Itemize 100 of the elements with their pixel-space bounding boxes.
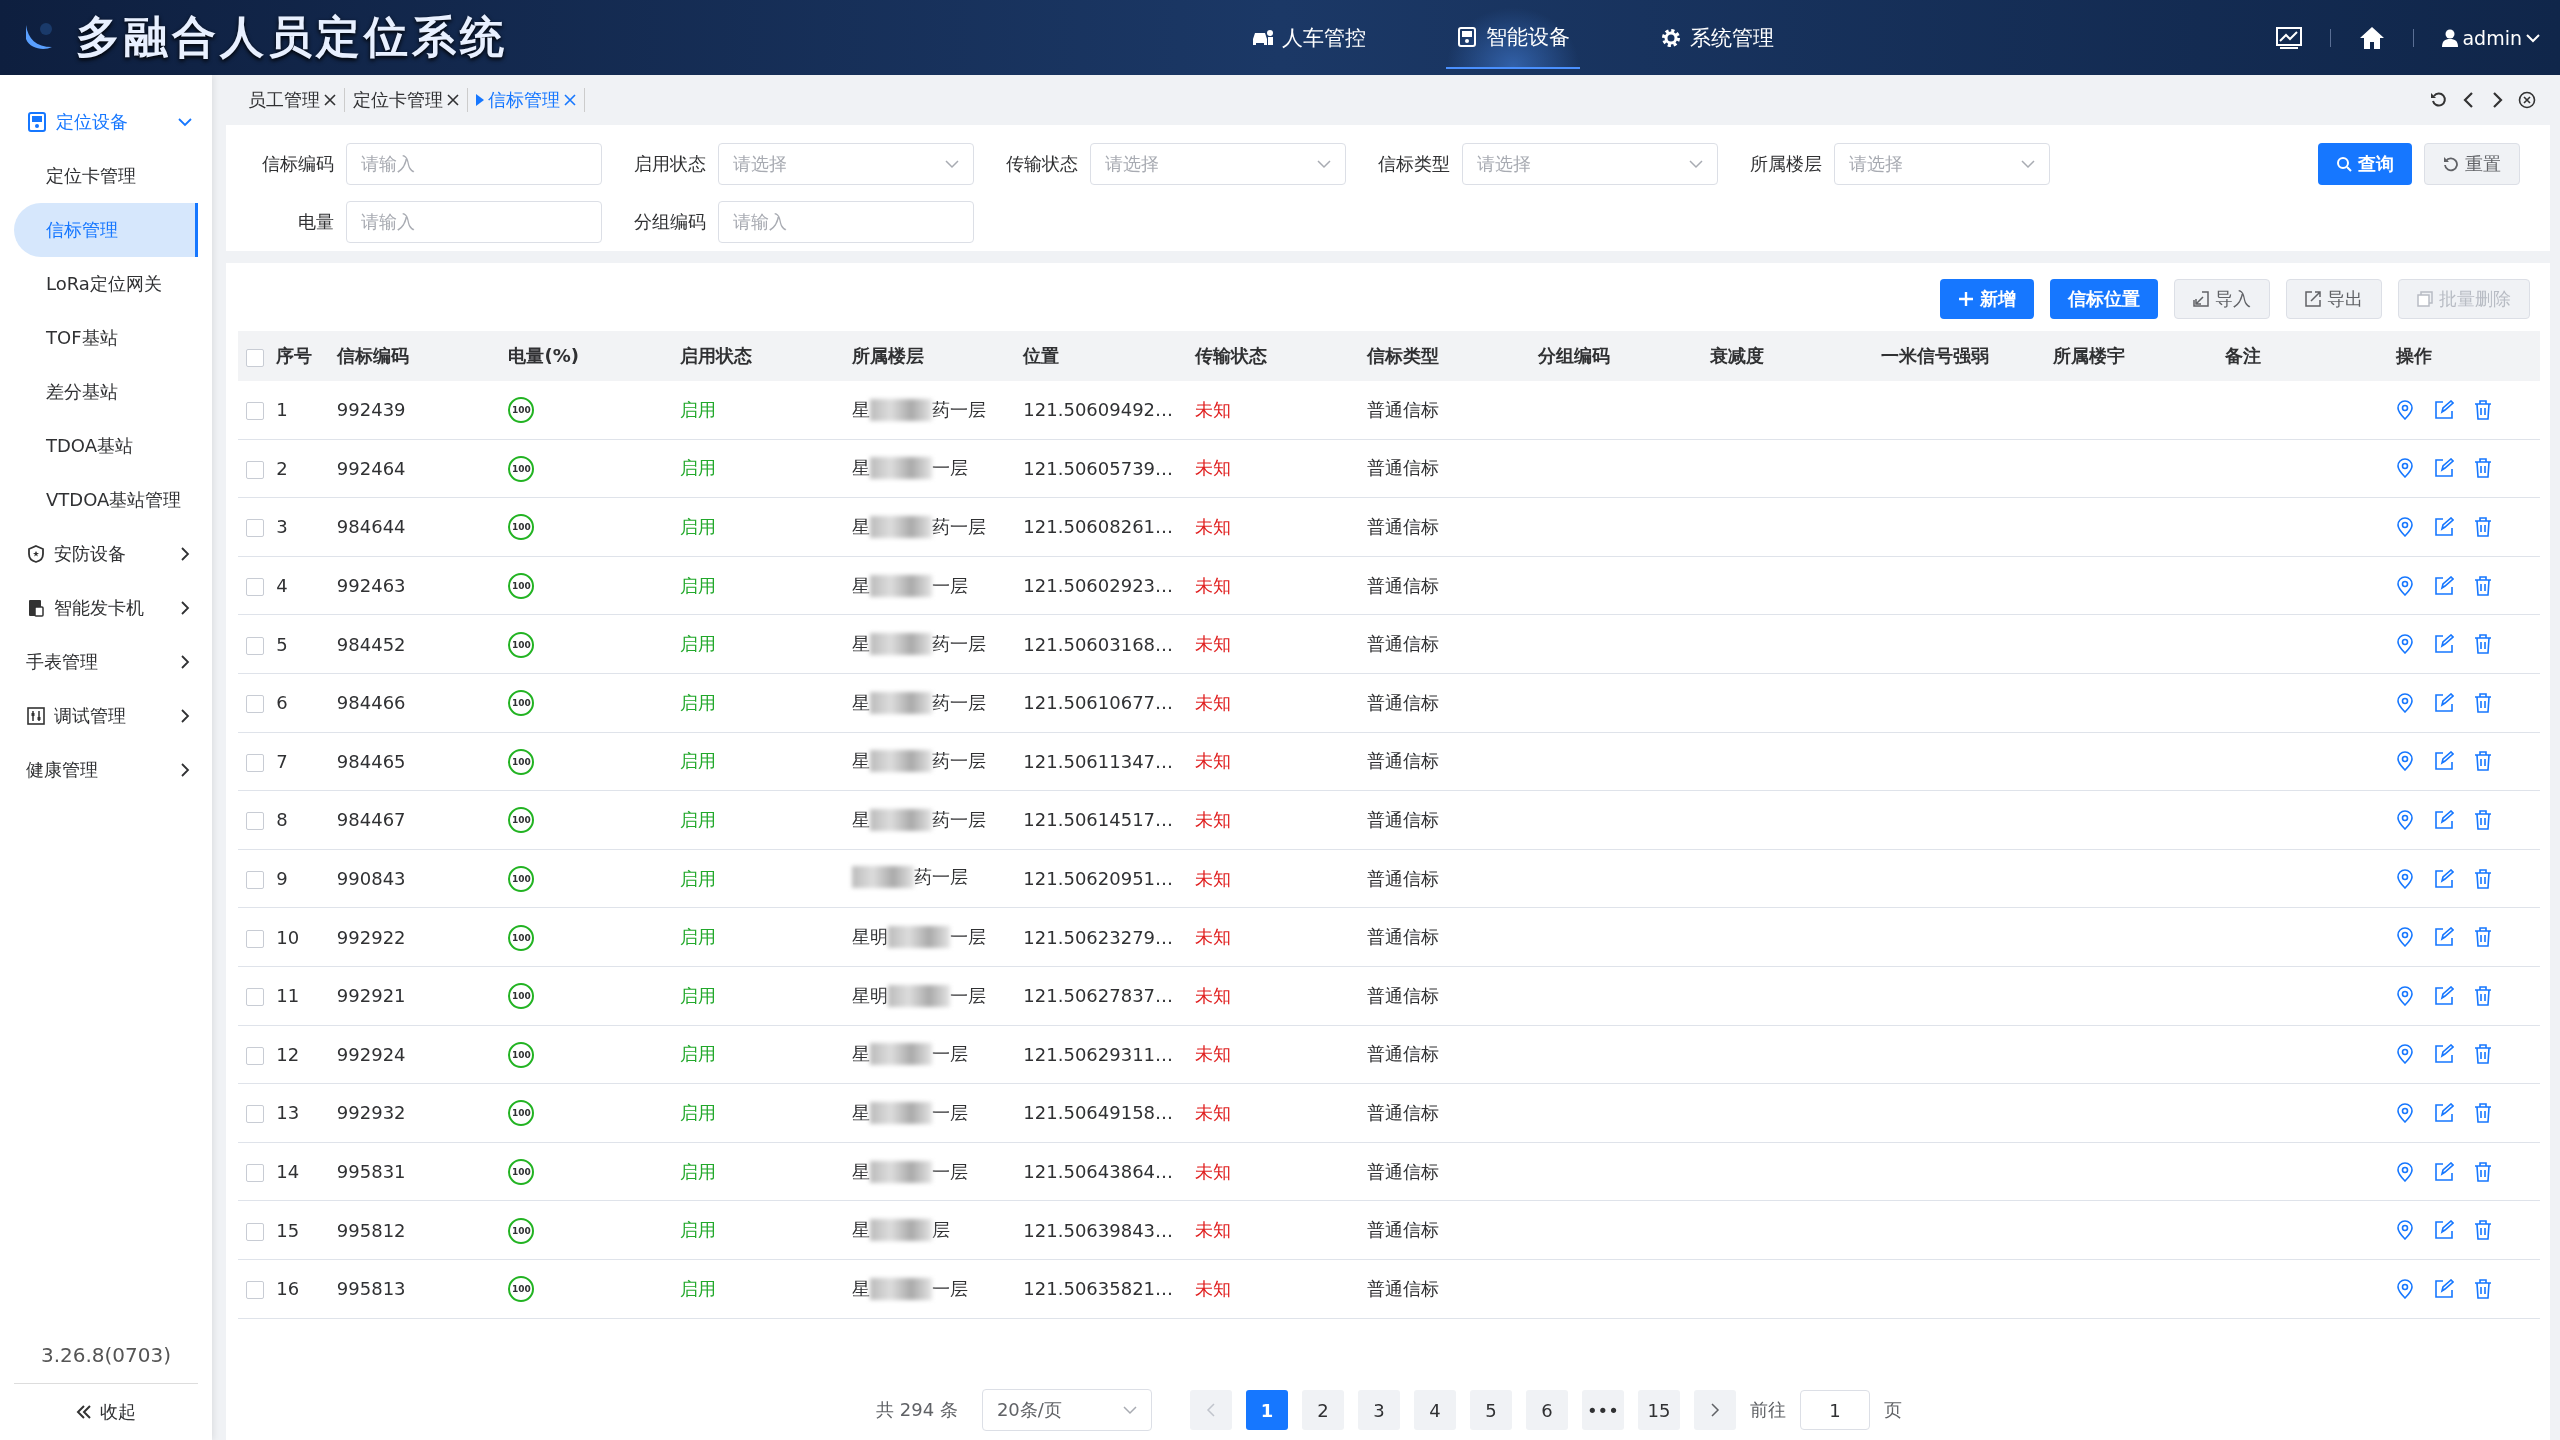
edit-icon[interactable]	[2434, 1102, 2455, 1123]
row-checkbox[interactable]	[246, 636, 264, 655]
page-button[interactable]: 1	[1245, 1390, 1288, 1430]
sidebar-item[interactable]: TOF基站	[14, 311, 198, 365]
row-checkbox[interactable]	[246, 1164, 264, 1182]
page-tab[interactable]: 信标管理	[468, 88, 585, 112]
location-pin-icon[interactable]	[2396, 634, 2415, 655]
edit-icon[interactable]	[2434, 809, 2455, 830]
edit-icon[interactable]	[2434, 1044, 2455, 1065]
delete-icon[interactable]	[2474, 809, 2493, 830]
delete-icon[interactable]	[2474, 575, 2493, 596]
page-button[interactable]: •••	[1581, 1390, 1624, 1430]
delete-icon[interactable]	[2474, 985, 2493, 1006]
sidebar-item[interactable]: VTDOA基站管理	[14, 473, 198, 527]
location-pin-icon[interactable]	[2396, 399, 2415, 420]
reset-button[interactable]: 重置	[2424, 143, 2520, 185]
row-checkbox[interactable]	[246, 1281, 264, 1300]
location-pin-icon[interactable]	[2396, 1278, 2415, 1299]
location-pin-icon[interactable]	[2396, 692, 2415, 713]
row-checkbox[interactable]	[246, 519, 264, 538]
monitor-icon[interactable]	[2276, 26, 2303, 49]
toolbar-button[interactable]: 信标位置	[2050, 279, 2158, 319]
edit-icon[interactable]	[2434, 517, 2455, 537]
location-pin-icon[interactable]	[2396, 575, 2415, 596]
sidebar-item[interactable]: 差分基站	[14, 365, 198, 419]
edit-icon[interactable]	[2434, 927, 2455, 948]
row-checkbox[interactable]	[246, 871, 264, 890]
toolbar-button[interactable]: 新增	[1940, 279, 2034, 319]
edit-icon[interactable]	[2434, 634, 2455, 655]
page-tab[interactable]: 员工管理	[240, 88, 345, 112]
page-button[interactable]: 4	[1413, 1390, 1456, 1430]
search-button[interactable]: 查询	[2318, 143, 2412, 185]
delete-icon[interactable]	[2474, 692, 2493, 713]
location-pin-icon[interactable]	[2396, 985, 2415, 1006]
row-checkbox[interactable]	[246, 402, 264, 421]
page-button[interactable]: 3	[1357, 1390, 1400, 1430]
edit-icon[interactable]	[2434, 868, 2455, 889]
row-checkbox[interactable]	[246, 812, 264, 831]
delete-icon[interactable]	[2474, 1278, 2493, 1299]
sidebar-item[interactable]: LoRa定位网关	[14, 257, 198, 311]
chevron-left-icon[interactable]	[2462, 91, 2476, 109]
page-input[interactable]: 1	[1799, 1390, 1870, 1430]
sidebar-group[interactable]: 手表管理	[0, 635, 212, 689]
row-checkbox[interactable]	[246, 1222, 264, 1241]
user-menu[interactable]: admin	[2442, 26, 2540, 49]
delete-icon[interactable]	[2474, 1161, 2493, 1182]
toolbar-button[interactable]: 导入	[2174, 279, 2270, 319]
sidebar-item[interactable]: 定位卡管理	[14, 149, 198, 203]
page-button[interactable]: 15	[1637, 1390, 1680, 1430]
close-icon[interactable]	[324, 94, 336, 106]
location-pin-icon[interactable]	[2396, 927, 2415, 948]
sidebar-item[interactable]: TDOA基站	[14, 419, 198, 473]
sidebar-group[interactable]: 健康管理	[0, 743, 212, 797]
delete-icon[interactable]	[2474, 458, 2493, 479]
row-checkbox[interactable]	[246, 988, 264, 1007]
delete-icon[interactable]	[2474, 868, 2493, 889]
location-pin-icon[interactable]	[2396, 1044, 2415, 1065]
location-pin-icon[interactable]	[2396, 1102, 2415, 1123]
nav-tab[interactable]: 人车管控	[1240, 6, 1377, 69]
location-pin-icon[interactable]	[2396, 809, 2415, 830]
sidebar-group[interactable]: 调试管理	[0, 689, 212, 743]
edit-icon[interactable]	[2434, 458, 2455, 479]
delete-icon[interactable]	[2474, 634, 2493, 655]
delete-icon[interactable]	[2474, 1102, 2493, 1123]
location-pin-icon[interactable]	[2396, 751, 2415, 772]
nav-tab[interactable]: 系统管理	[1650, 6, 1785, 69]
page-button[interactable]: 2	[1301, 1390, 1344, 1430]
delete-icon[interactable]	[2474, 517, 2493, 537]
edit-icon[interactable]	[2434, 1220, 2455, 1241]
delete-icon[interactable]	[2474, 1044, 2493, 1065]
edit-icon[interactable]	[2434, 751, 2455, 772]
row-checkbox[interactable]	[246, 929, 264, 948]
edit-icon[interactable]	[2434, 692, 2455, 713]
toolbar-button[interactable]: 导出	[2286, 279, 2382, 319]
location-pin-icon[interactable]	[2396, 1220, 2415, 1241]
delete-icon[interactable]	[2474, 1220, 2493, 1241]
select-all-checkbox[interactable]	[246, 348, 264, 367]
chevron-right-icon[interactable]	[2490, 91, 2504, 109]
sidebar-group[interactable]: 定位设备	[0, 95, 212, 149]
edit-icon[interactable]	[2434, 1161, 2455, 1182]
home-icon[interactable]	[2359, 25, 2386, 50]
location-pin-icon[interactable]	[2396, 458, 2415, 479]
delete-icon[interactable]	[2474, 399, 2493, 420]
refresh-icon[interactable]	[2430, 91, 2448, 109]
row-checkbox[interactable]	[246, 460, 264, 479]
sidebar-group[interactable]: 智能发卡机	[0, 581, 212, 635]
page-size-select[interactable]: 20条/页	[981, 1389, 1152, 1431]
page-button[interactable]: 5	[1469, 1390, 1512, 1430]
page-button[interactable]: 6	[1525, 1390, 1568, 1430]
page-tab[interactable]: 定位卡管理	[345, 88, 468, 112]
row-checkbox[interactable]	[246, 1105, 264, 1124]
delete-icon[interactable]	[2474, 927, 2493, 948]
close-icon[interactable]	[447, 94, 459, 106]
location-pin-icon[interactable]	[2396, 868, 2415, 889]
edit-icon[interactable]	[2434, 575, 2455, 596]
edit-icon[interactable]	[2434, 1278, 2455, 1299]
row-checkbox[interactable]	[246, 753, 264, 772]
edit-icon[interactable]	[2434, 985, 2455, 1006]
location-pin-icon[interactable]	[2396, 1161, 2415, 1182]
edit-icon[interactable]	[2434, 399, 2455, 420]
